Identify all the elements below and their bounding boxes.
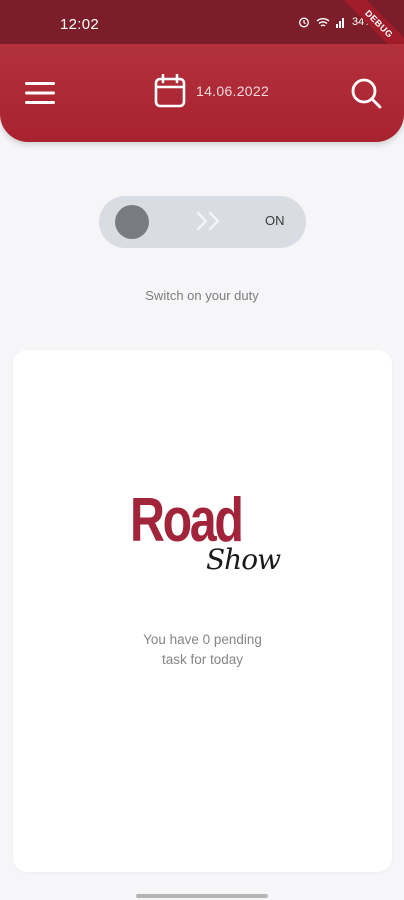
status-bar: 12:02 34% DEBUG: [0, 0, 404, 69]
alarm-icon: [298, 16, 310, 28]
toggle-state-label: ON: [265, 213, 285, 228]
wifi-icon: [316, 17, 330, 28]
date-selector[interactable]: 14.06.2022: [154, 74, 269, 108]
pending-line-1: You have 0 pending: [143, 632, 262, 647]
pending-tasks-message: You have 0 pending task for today: [13, 630, 392, 670]
pending-line-2: task for today: [161, 652, 244, 667]
calendar-icon: [154, 74, 186, 108]
logo-show-text: Show: [206, 543, 281, 576]
app-bar: 14.06.2022: [0, 44, 404, 142]
search-icon: [351, 78, 382, 109]
duty-caption: Switch on your duty: [145, 288, 259, 303]
search-button[interactable]: [350, 77, 382, 109]
status-time: 12:02: [60, 16, 100, 33]
date-label: 14.06.2022: [196, 83, 270, 99]
duty-toggle[interactable]: ON: [99, 196, 306, 248]
hamburger-menu-icon: [25, 82, 55, 104]
signal-icon: [335, 16, 346, 28]
home-indicator[interactable]: [136, 894, 268, 898]
toggle-knob[interactable]: [115, 205, 149, 239]
toggle-arrows-icon: [195, 210, 225, 238]
roadshow-logo: Road Show: [130, 490, 281, 600]
task-card: Road Show You have 0 pending task for to…: [13, 350, 392, 872]
menu-button[interactable]: [24, 80, 56, 106]
